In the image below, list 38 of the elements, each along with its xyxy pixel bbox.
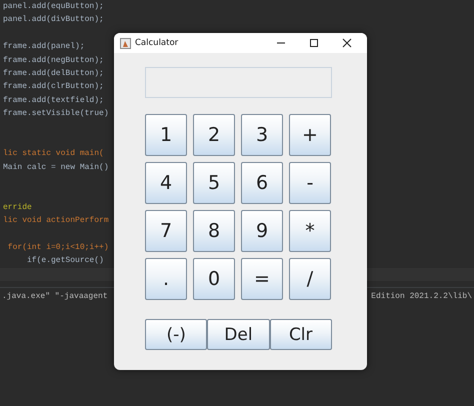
calculator-key[interactable]: 8 bbox=[193, 210, 235, 252]
code-line: panel.add(equButton); bbox=[2, 1, 105, 13]
window-title: Calculator bbox=[135, 38, 180, 48]
calculator-key[interactable]: 9 bbox=[241, 210, 283, 252]
calculator-key[interactable]: - bbox=[289, 162, 331, 204]
calculator-key[interactable]: 5 bbox=[193, 162, 235, 204]
code-line: frame.add(negButton); bbox=[2, 54, 105, 67]
console-text: .java.exe" "-javaagent bbox=[2, 292, 108, 303]
calculator-key[interactable]: 2 bbox=[193, 114, 235, 156]
calculator-key[interactable]: 0 bbox=[193, 258, 235, 300]
app-icon bbox=[120, 38, 131, 48]
code-line: frame.setVisible(true) bbox=[2, 108, 110, 120]
calculator-key[interactable]: 7 bbox=[145, 210, 187, 252]
code-line: erride bbox=[2, 202, 33, 214]
code-line: lic static void main( bbox=[2, 148, 105, 160]
code-line: for(int i=0;i<10;i++) bbox=[6, 242, 110, 254]
code-line: lic void actionPerform bbox=[2, 215, 110, 228]
function-key[interactable]: Del bbox=[207, 319, 270, 350]
calculator-key[interactable]: / bbox=[289, 258, 331, 300]
function-key[interactable]: (-) bbox=[145, 319, 208, 350]
console-text: Edition 2021.2.2\lib\ bbox=[371, 292, 472, 303]
display-field[interactable] bbox=[145, 67, 332, 98]
calculator-key[interactable]: . bbox=[145, 258, 187, 300]
code-line: Main calc = new Main() bbox=[2, 162, 110, 174]
function-key[interactable]: Clr bbox=[270, 319, 332, 350]
code-line: frame.add(panel); bbox=[2, 41, 86, 54]
code-line: frame.add(clrButton); bbox=[2, 81, 105, 94]
code-line: frame.add(delButton); bbox=[2, 68, 105, 80]
calculator-key[interactable]: = bbox=[241, 258, 283, 300]
calculator-key[interactable]: 6 bbox=[241, 162, 283, 204]
calculator-key[interactable]: * bbox=[289, 210, 331, 252]
calculator-key[interactable]: + bbox=[289, 114, 331, 156]
code-line: if(e.getSource() bbox=[26, 255, 105, 268]
calculator-key[interactable]: 1 bbox=[145, 114, 187, 156]
code-line: panel.add(divButton); bbox=[2, 14, 105, 26]
calculator-key[interactable]: 3 bbox=[241, 114, 283, 156]
code-line: frame.add(textfield); bbox=[2, 94, 105, 107]
calculator-key[interactable]: 4 bbox=[145, 162, 187, 204]
